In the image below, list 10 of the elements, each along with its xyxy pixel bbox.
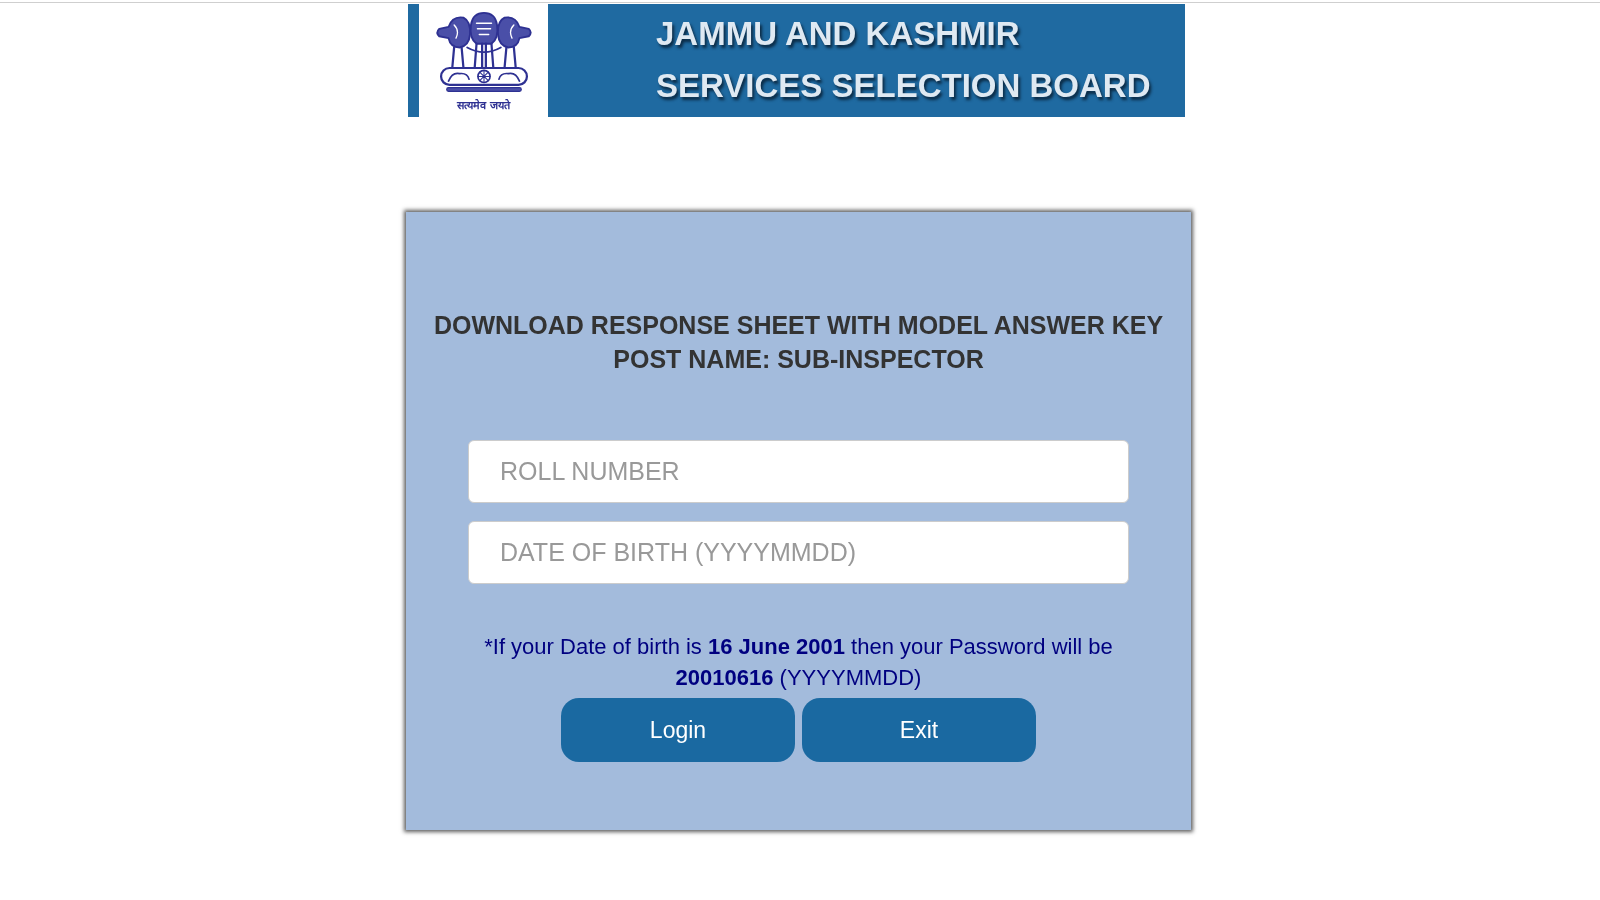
password-hint: *If your Date of birth is 16 June 2001 then your Password will be 20010616 (YYYYMMDD) (483, 633, 1114, 692)
input-field[interactable]: ROLL NUMBER (468, 440, 1129, 503)
banner-title: SERVICES SELECTION BOARD (656, 66, 1151, 106)
login-button[interactable]: Login (561, 698, 795, 762)
banner-title: JAMMU AND KASHMIR (656, 14, 1021, 54)
input-field[interactable]: DATE OF BIRTH (YYYYMMDD) (468, 521, 1129, 584)
emblem-motto: सत्यमेव जयते (457, 97, 510, 112)
form-heading: DOWNLOAD RESPONSE SHEET WITH MODEL ANSWER KEY (433, 310, 1164, 341)
form-heading: POST NAME: SUB-INSPECTOR (613, 344, 984, 375)
exit-button[interactable]: Exit (802, 698, 1036, 762)
